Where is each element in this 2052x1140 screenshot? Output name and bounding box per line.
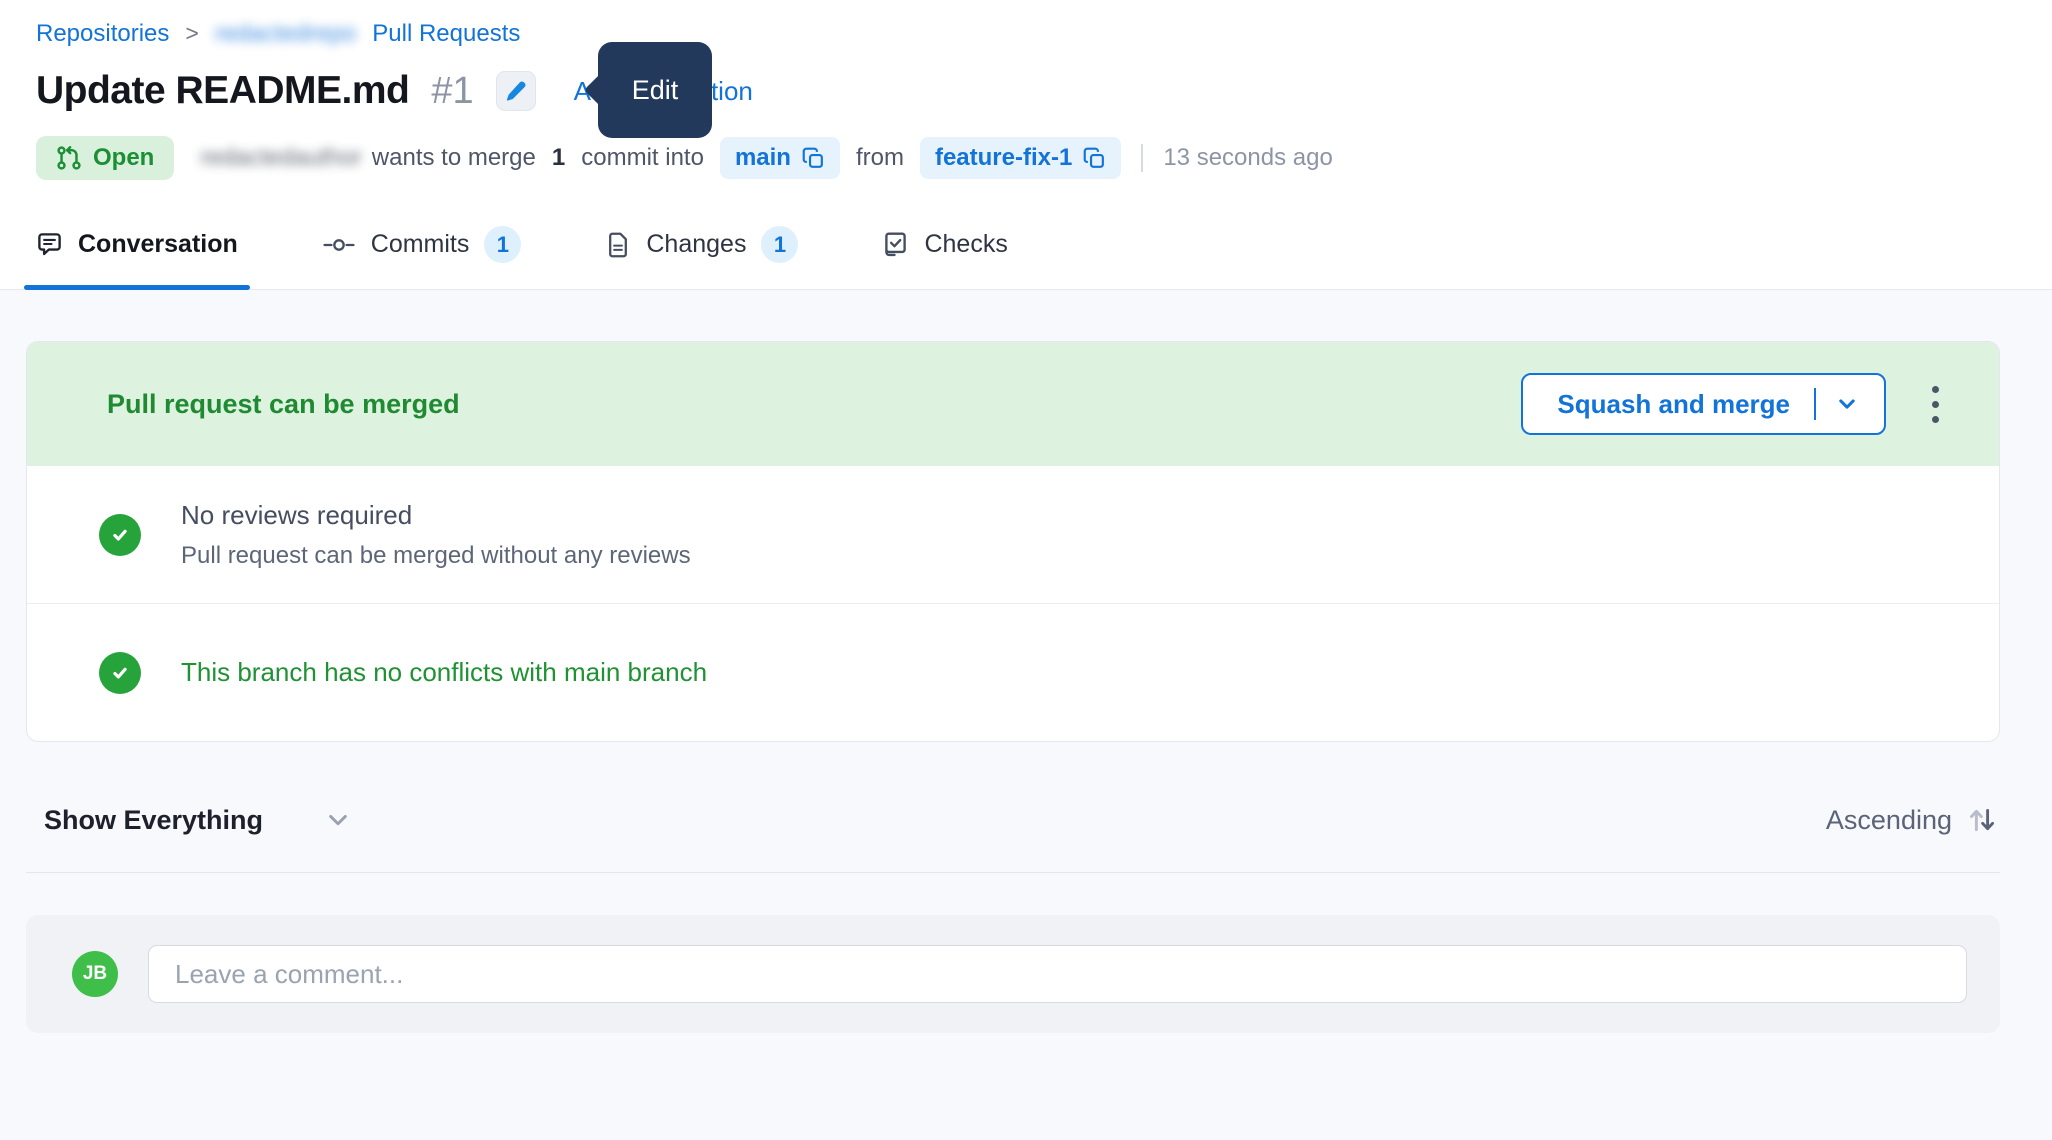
comment-panel: JB xyxy=(26,915,2000,1033)
tab-checks[interactable]: Checks xyxy=(882,226,1007,289)
comment-input[interactable] xyxy=(148,945,1967,1003)
pencil-icon xyxy=(504,80,527,103)
user-avatar: JB xyxy=(72,951,118,997)
pr-author-redacted: redactedauthor xyxy=(200,144,361,172)
kebab-dot xyxy=(1932,386,1939,393)
timeline-sort-label: Ascending xyxy=(1826,805,1952,836)
breadcrumb-pull-requests-link[interactable]: Pull Requests xyxy=(372,20,520,48)
pr-header: Repositories > redactedrepo Pull Request… xyxy=(0,0,2052,290)
merge-text-pre: wants to merge xyxy=(372,144,536,172)
edit-tooltip: Edit xyxy=(598,42,712,138)
kebab-dot xyxy=(1932,401,1939,408)
base-branch-badge[interactable]: main xyxy=(720,137,840,179)
commit-icon xyxy=(322,234,356,256)
kebab-dot xyxy=(1932,416,1939,423)
tab-changes[interactable]: Changes 1 xyxy=(605,226,798,289)
pull-request-icon xyxy=(56,145,82,171)
conflict-status-title: This branch has no conflicts with main b… xyxy=(181,657,707,688)
timeline-filter-label: Show Everything xyxy=(44,805,263,836)
merge-actions: Squash and merge xyxy=(1521,373,1947,435)
check-circle-icon xyxy=(99,514,141,556)
tab-conversation-label: Conversation xyxy=(78,230,238,259)
conflict-status-row: This branch has no conflicts with main b… xyxy=(27,604,1999,741)
meta-divider xyxy=(1141,144,1143,172)
pr-meta-row: Open redactedauthor wants to merge 1 com… xyxy=(36,136,2000,180)
pr-status-badge: Open xyxy=(36,136,174,180)
tabs-bar: Conversation Commits 1 xyxy=(0,226,2052,290)
head-branch-badge[interactable]: feature-fix-1 xyxy=(920,137,1121,179)
merge-status-card: Pull request can be merged Squash and me… xyxy=(26,341,2000,742)
check-circle-icon xyxy=(99,652,141,694)
base-branch-label: main xyxy=(735,144,791,172)
timeline-divider xyxy=(26,872,2000,873)
timeline-filter-dropdown[interactable]: Show Everything xyxy=(44,805,351,836)
squash-and-merge-button[interactable]: Squash and merge xyxy=(1521,373,1886,435)
head-branch-label: feature-fix-1 xyxy=(935,144,1072,172)
breadcrumb-separator: > xyxy=(185,20,198,47)
tab-changes-count-badge: 1 xyxy=(761,226,798,263)
from-label: from xyxy=(856,144,904,172)
edit-title-button[interactable] xyxy=(496,71,536,111)
chevron-down-icon xyxy=(325,807,351,833)
review-status-row: No reviews required Pull request can be … xyxy=(27,466,1999,603)
pr-title-row: Update README.md #1 Add description Edit xyxy=(36,64,2000,118)
sort-arrows-icon xyxy=(1966,804,1998,836)
merge-more-options-button[interactable] xyxy=(1924,378,1947,431)
tab-commits-count-badge: 1 xyxy=(484,226,521,263)
tab-checks-label: Checks xyxy=(924,230,1007,259)
pr-title: Update README.md xyxy=(36,69,409,113)
merge-options-chevron-icon[interactable] xyxy=(1836,393,1858,415)
breadcrumb: Repositories > redactedrepo Pull Request… xyxy=(36,20,2000,48)
merge-banner: Pull request can be merged Squash and me… xyxy=(27,342,1999,466)
file-diff-icon xyxy=(605,232,631,258)
edit-tooltip-label: Edit xyxy=(632,75,679,106)
copy-branch-icon[interactable] xyxy=(802,147,825,170)
timeline-controls: Show Everything Ascending xyxy=(26,804,2000,836)
tab-changes-label: Changes xyxy=(646,230,746,259)
pr-timestamp: 13 seconds ago xyxy=(1163,144,1332,172)
tab-conversation[interactable]: Conversation xyxy=(36,226,238,289)
merge-text-post: commit into xyxy=(581,144,704,172)
conversation-icon xyxy=(36,231,63,258)
timeline-sort-button[interactable]: Ascending xyxy=(1826,804,1998,836)
checklist-icon xyxy=(882,231,909,258)
merge-status-heading: Pull request can be merged xyxy=(107,389,460,420)
tab-commits-label: Commits xyxy=(371,230,470,259)
breadcrumb-repo-link[interactable]: redactedrepo xyxy=(215,20,356,48)
merge-button-divider xyxy=(1814,388,1816,420)
pr-number: #1 xyxy=(431,70,473,113)
breadcrumb-repositories-link[interactable]: Repositories xyxy=(36,20,169,48)
review-status-title: No reviews required xyxy=(181,500,691,531)
review-status-description: Pull request can be merged without any r… xyxy=(181,542,691,570)
tab-commits[interactable]: Commits 1 xyxy=(322,226,522,289)
conversation-content: Pull request can be merged Squash and me… xyxy=(0,341,2052,1033)
review-status-texts: No reviews required Pull request can be … xyxy=(181,500,691,570)
merge-commit-count: 1 xyxy=(552,144,565,172)
copy-branch-icon[interactable] xyxy=(1083,147,1106,170)
pull-request-page: Repositories > redactedrepo Pull Request… xyxy=(0,0,2052,1033)
squash-and-merge-label: Squash and merge xyxy=(1557,389,1790,420)
pr-status-label: Open xyxy=(93,144,154,172)
